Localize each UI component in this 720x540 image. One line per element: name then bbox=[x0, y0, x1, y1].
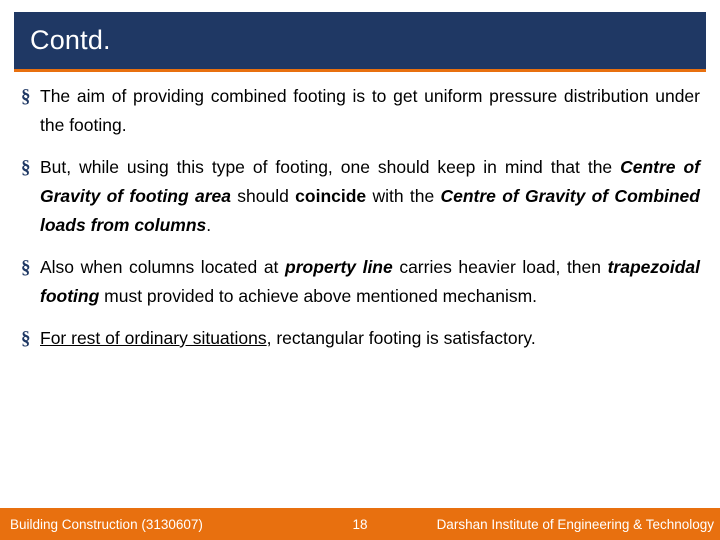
bullet-3-emphasis-1: property line bbox=[285, 257, 393, 277]
bullet-2-text: But, while using this type of footing, o… bbox=[40, 153, 704, 240]
bullet-2-segment-2: should bbox=[231, 186, 296, 206]
slide-footer: Building Construction (3130607) 18 Darsh… bbox=[0, 508, 720, 540]
bullet-2-segment-4: . bbox=[206, 215, 212, 235]
bullet-marker-icon: § bbox=[21, 157, 31, 178]
list-item: § For rest of ordinary situations, recta… bbox=[18, 324, 704, 353]
slide-title-bar: Contd. bbox=[14, 12, 706, 69]
bullet-2-segment-1: But, while using this type of footing, o… bbox=[40, 157, 621, 177]
list-item: § But, while using this type of footing,… bbox=[18, 153, 704, 240]
list-item: § The aim of providing combined footing … bbox=[18, 82, 704, 140]
footer-course-label: Building Construction (3130607) bbox=[10, 516, 203, 532]
bullet-3-segment-2: carries heavier load, then bbox=[392, 257, 608, 277]
bullet-3-segment-1: Also when columns located at bbox=[40, 257, 286, 277]
bullet-4-text: For rest of ordinary situations, rectang… bbox=[40, 324, 704, 353]
page-title: Contd. bbox=[30, 25, 111, 55]
bullet-4-segment-1: , rectangular footing is satisfactory. bbox=[266, 328, 536, 348]
slide-body: § The aim of providing combined footing … bbox=[18, 82, 704, 366]
bullet-3-segment-3: must provided to achieve above mentioned… bbox=[99, 286, 538, 306]
bullet-2-emphasis-2: coincide bbox=[295, 186, 367, 206]
bullet-marker-icon: § bbox=[21, 257, 31, 278]
title-accent-rule bbox=[14, 69, 706, 72]
bullet-2-segment-3: with the bbox=[366, 186, 441, 206]
footer-institute-label: Darshan Institute of Engineering & Techn… bbox=[436, 516, 714, 532]
bullet-marker-icon: § bbox=[21, 328, 31, 349]
list-item: § Also when columns located at property … bbox=[18, 253, 704, 311]
bullet-1-text: The aim of providing combined footing is… bbox=[40, 82, 704, 140]
slide: Contd. § The aim of providing combined f… bbox=[0, 0, 720, 540]
bullet-marker-icon: § bbox=[21, 86, 31, 107]
bullet-3-text: Also when columns located at property li… bbox=[40, 253, 704, 311]
bullet-4-underlined: For rest of ordinary situations bbox=[40, 328, 267, 348]
bullet-1-segment-1: The aim of providing combined footing is… bbox=[40, 86, 700, 135]
